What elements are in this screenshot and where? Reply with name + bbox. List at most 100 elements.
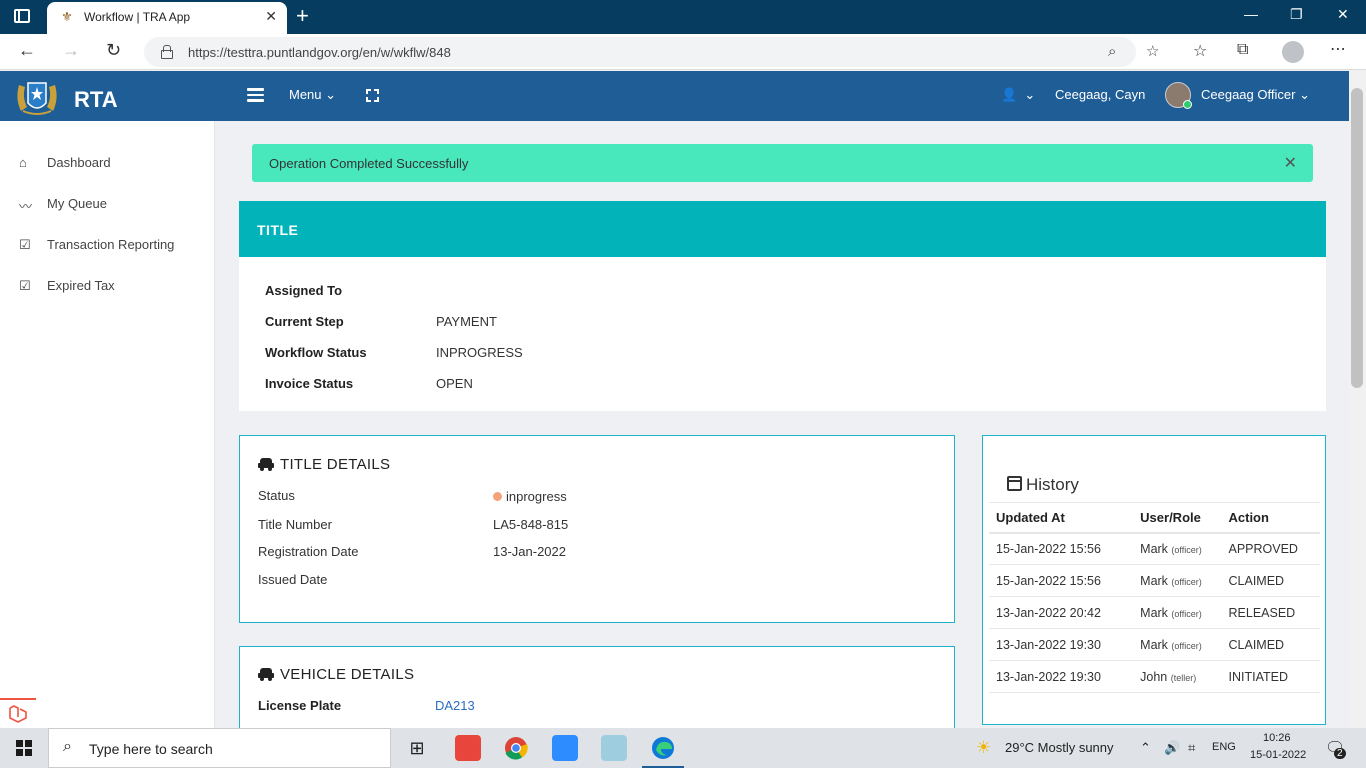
sidebar-item-expired-tax[interactable]: ☑ Expired Tax — [0, 270, 215, 302]
trend-icon: 〰 — [19, 199, 33, 214]
address-bar: ← → ↻ https://testtra.puntlandgov.org/en… — [0, 34, 1366, 70]
notification-count: 2 — [1334, 748, 1346, 759]
field-value: INPROGRESS — [436, 345, 523, 360]
rta-logo-icon — [17, 82, 57, 115]
fullscreen-icon[interactable] — [366, 89, 379, 102]
laravel-debug-icon[interactable] — [0, 698, 36, 728]
zoom-app-icon[interactable] — [552, 735, 578, 761]
app-header: RTA Menu ⌄ 👤 ⌄ Ceegaag, Cayn Ceegaag Off… — [0, 71, 1349, 121]
field-label: Registration Date — [258, 544, 359, 559]
menu-label: Menu — [289, 87, 322, 102]
collections-icon[interactable]: ⧉ — [1237, 41, 1248, 59]
user-name: Mark — [1140, 637, 1168, 652]
scrollbar-thumb[interactable] — [1351, 88, 1363, 388]
sidebar-item-label: Transaction Reporting — [47, 237, 175, 252]
back-icon[interactable]: ← — [18, 40, 36, 61]
add-favorite-icon[interactable]: ☆ — [1146, 42, 1159, 60]
chevron-down-icon: ⌄ — [1299, 87, 1310, 102]
task-view-icon[interactable]: ⊞ — [404, 735, 430, 761]
menu-dropdown[interactable]: Menu ⌄ — [289, 87, 336, 103]
clock-date[interactable]: 15-01-2022 — [1250, 749, 1306, 761]
new-tab-icon[interactable]: + — [296, 3, 309, 29]
title-card: TITLE Assigned To Current Step PAYMENT W… — [239, 201, 1326, 411]
column-header: Action — [1221, 502, 1320, 534]
role-dropdown[interactable]: Ceegaag Officer ⌄ — [1201, 87, 1310, 103]
calendar-icon — [1007, 476, 1022, 491]
favorites-icon[interactable]: ☆ — [1193, 41, 1207, 61]
field-value: 13-Jan-2022 — [493, 544, 566, 559]
chrome-icon[interactable] — [503, 735, 529, 761]
user-dropdown[interactable]: 👤 ⌄ — [1001, 87, 1035, 103]
panel-heading: History — [1026, 475, 1079, 494]
chevron-up-icon[interactable]: ⌃ — [1140, 740, 1151, 756]
success-alert: Operation Completed Successfully ✕ — [252, 144, 1313, 182]
weather-text[interactable]: 29°C Mostly sunny — [1005, 740, 1114, 755]
home-icon: ⌂ — [19, 155, 27, 170]
taskbar-search-input[interactable]: ⌕ Type here to search — [48, 728, 391, 768]
action-cell: RELEASED — [1221, 596, 1320, 629]
updated-at-cell: 15-Jan-2022 15:56 — [989, 532, 1134, 565]
field-value: OPEN — [436, 376, 473, 391]
user-avatar[interactable] — [1165, 82, 1192, 109]
license-plate-link[interactable]: DA213 — [435, 698, 475, 713]
user-role-cell: Mark (officer) — [1133, 628, 1222, 661]
user-icon: 👤 — [1001, 87, 1018, 102]
url-field[interactable]: https://testtra.puntlandgov.org/en/w/wkf… — [144, 37, 1159, 67]
action-cell: CLAIMED — [1221, 628, 1320, 661]
sidebar-item-label: My Queue — [47, 196, 107, 211]
user-role-cell: John (teller) — [1133, 660, 1222, 693]
field-value: inprogress — [506, 489, 567, 504]
sidebar-item-transaction-reporting[interactable]: ☑ Transaction Reporting — [0, 229, 215, 261]
sidebar-item-dashboard[interactable]: ⌂ Dashboard — [0, 147, 215, 179]
user-name: Ceegaag, Cayn — [1055, 87, 1146, 102]
hamburger-menu-icon[interactable] — [247, 88, 264, 102]
tab-title: Workflow | TRA App — [84, 10, 191, 24]
role-label: Ceegaag Officer — [1201, 87, 1296, 102]
title-details-panel: TITLE DETAILS Status inprogress Title Nu… — [239, 435, 955, 623]
weather-icon: ☀ — [976, 738, 992, 757]
page-scrollbar[interactable] — [1349, 71, 1366, 728]
volume-icon[interactable]: 🔊 — [1164, 740, 1180, 756]
zoom-icon[interactable]: ⌕ — [1108, 43, 1116, 60]
panel-heading: VEHICLE DETAILS — [280, 666, 415, 683]
more-options-icon[interactable]: ⋯ — [1330, 39, 1346, 59]
user-name: Mark — [1140, 605, 1168, 620]
panel-heading: TITLE DETAILS — [280, 456, 391, 473]
browser-tab[interactable]: ⚜ Workflow | TRA App ✕ — [47, 2, 287, 34]
edge-browser-icon[interactable] — [642, 735, 684, 768]
tab-actions-icon[interactable] — [14, 9, 30, 23]
panel-title: VEHICLE DETAILS — [258, 666, 414, 683]
user-role-cell: Mark (officer) — [1133, 564, 1222, 597]
history-table: Updated At User/Role Action 15-Jan-2022 … — [989, 502, 1320, 693]
field-label: Current Step — [265, 314, 344, 329]
restore-icon[interactable]: ❐ — [1290, 6, 1303, 23]
tab-close-icon[interactable]: ✕ — [265, 8, 277, 25]
minimize-icon[interactable]: — — [1244, 6, 1258, 22]
clock-time[interactable]: 10:26 — [1263, 732, 1291, 744]
user-role: (officer) — [1171, 640, 1202, 651]
checkbox-icon: ☑ — [19, 237, 31, 252]
table-header-row: Updated At User/Role Action — [989, 502, 1320, 534]
user-role: (officer) — [1171, 544, 1202, 555]
anydesk-icon[interactable] — [455, 735, 481, 761]
site-favicon-icon: ⚜ — [61, 9, 73, 24]
windows-start-icon[interactable] — [16, 740, 32, 756]
notes-app-icon[interactable] — [601, 735, 627, 761]
field-label: License Plate — [258, 698, 342, 713]
refresh-icon[interactable]: ↻ — [106, 40, 121, 61]
windows-taskbar: ⌕ Type here to search ⊞ ☀ 29°C Mostly su… — [0, 728, 1366, 768]
close-window-icon[interactable]: ✕ — [1337, 6, 1349, 23]
profile-avatar[interactable] — [1282, 41, 1304, 63]
column-header: Updated At — [989, 502, 1134, 534]
field-label: Title Number — [258, 517, 332, 532]
browser-tab-bar: ⚜ Workflow | TRA App ✕ + — ❐ ✕ — [0, 0, 1366, 34]
close-icon[interactable]: ✕ — [1284, 153, 1297, 173]
search-placeholder: Type here to search — [89, 741, 213, 757]
table-row: 15-Jan-2022 15:56 Mark (officer) APPROVE… — [989, 532, 1320, 565]
car-icon — [258, 668, 274, 681]
network-icon[interactable]: ⌗ — [1188, 740, 1195, 756]
search-icon: ⌕ — [63, 738, 72, 755]
forward-icon[interactable]: → — [62, 40, 80, 61]
sidebar-item-my-queue[interactable]: 〰 My Queue — [0, 188, 215, 220]
language-indicator[interactable]: ENG — [1212, 741, 1236, 753]
